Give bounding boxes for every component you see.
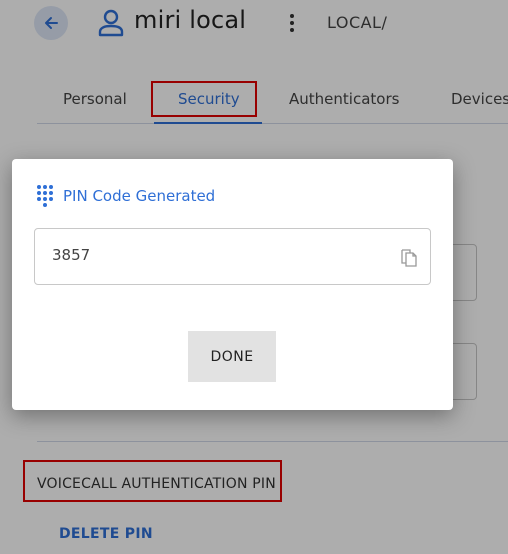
dialog-title: PIN Code Generated [63,187,216,205]
dialpad-icon [37,185,53,207]
pin-code-field[interactable]: 3857 [34,228,431,285]
pin-code-value: 3857 [52,246,91,264]
done-button[interactable]: DONE [188,331,276,382]
copy-icon[interactable] [401,249,417,267]
pin-generated-dialog: PIN Code Generated 3857 DONE [12,159,453,410]
dialog-header: PIN Code Generated [37,185,215,207]
